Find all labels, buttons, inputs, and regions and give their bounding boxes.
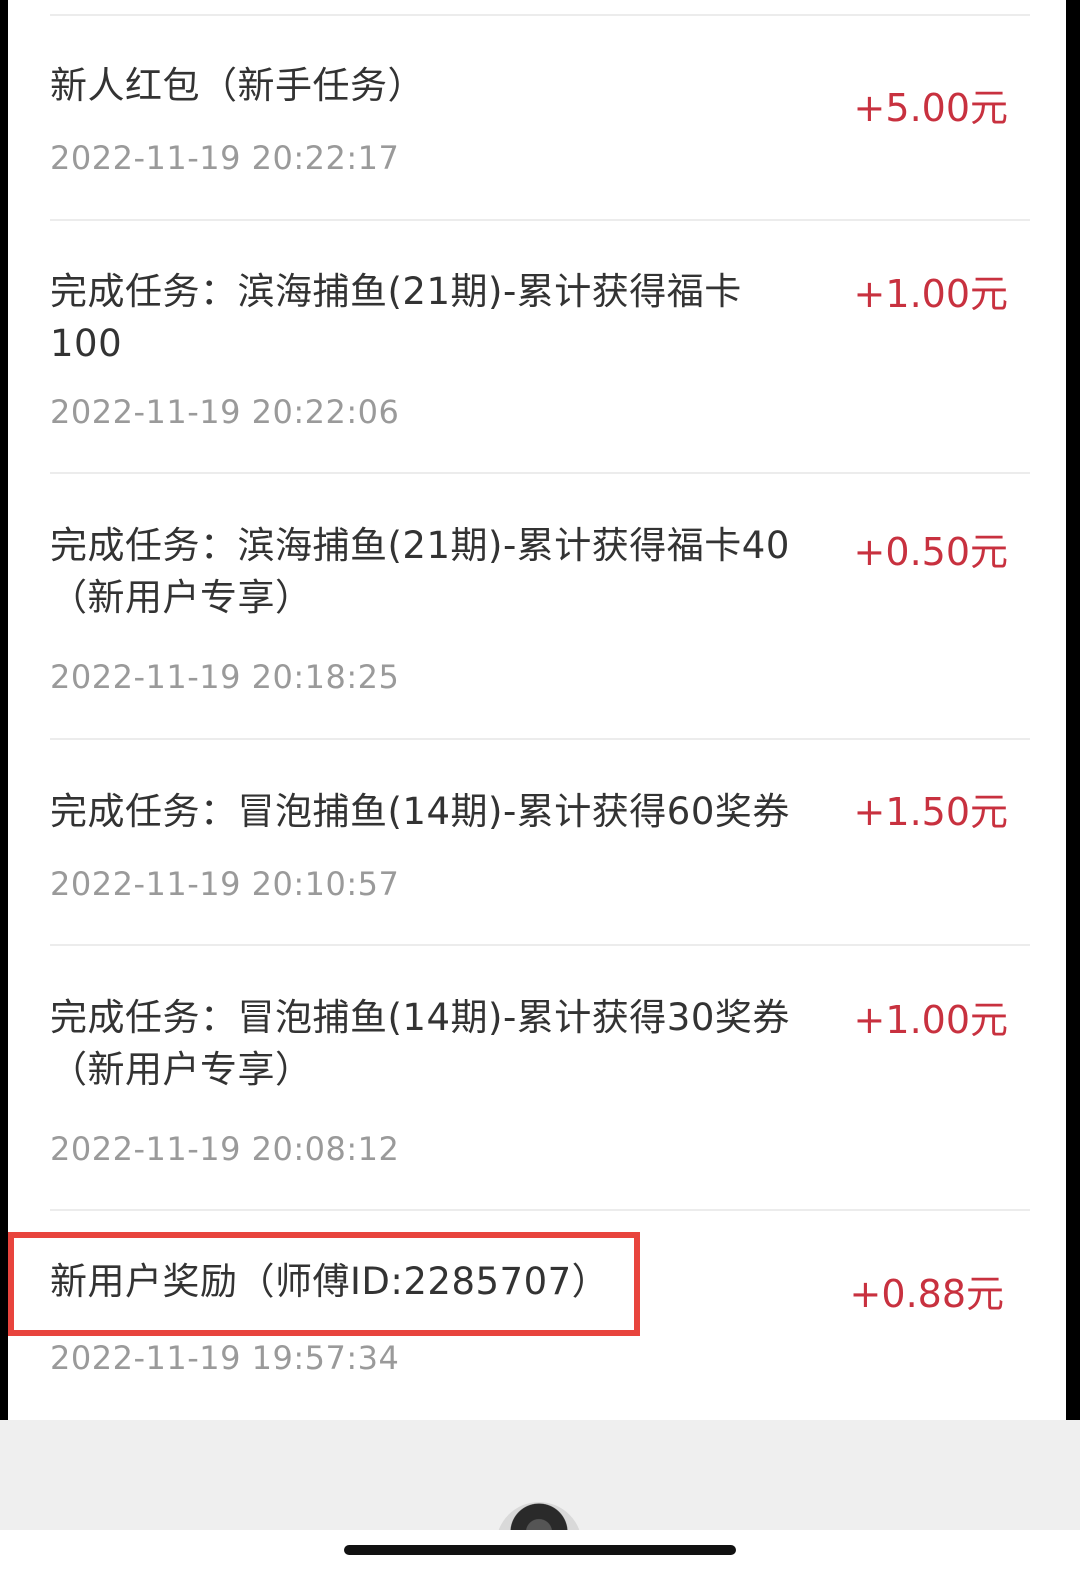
record-time: 2022-11-19 20:08:12 xyxy=(50,1130,400,1168)
row-divider xyxy=(50,944,1030,946)
highlight-annotation-box xyxy=(8,1232,640,1336)
record-amount: +1.50元 xyxy=(853,790,1008,834)
record-title: 完成任务：滨海捕鱼(21期)-累计获得福卡40（新用户专享） xyxy=(50,524,790,619)
row-divider xyxy=(50,472,1030,474)
reward-history-screen: 新人红包（新手任务） +5.00元 2022-11-19 20:22:17 完成… xyxy=(0,0,1080,1579)
record-time: 2022-11-19 20:22:06 xyxy=(50,393,400,431)
record-time: 2022-11-19 20:18:25 xyxy=(50,658,400,696)
record-amount: +5.00元 xyxy=(853,86,1008,130)
record-time: 2022-11-19 19:57:34 xyxy=(50,1339,400,1377)
record-title: 完成任务：冒泡捕鱼(14期)-累计获得30奖券（新用户专享） xyxy=(50,996,790,1091)
record-time: 2022-11-19 20:10:57 xyxy=(50,865,400,903)
screen-edge-right xyxy=(1066,0,1080,1420)
record-amount: +0.88元 xyxy=(849,1272,1004,1316)
record-title: 完成任务：冒泡捕鱼(14期)-累计获得60奖券 xyxy=(50,790,790,833)
row-divider xyxy=(50,219,1030,221)
record-title: 新人红包（新手任务） xyxy=(50,64,425,107)
row-divider xyxy=(50,1209,1030,1211)
home-indicator-bar[interactable] xyxy=(344,1545,736,1555)
screen-edge-left xyxy=(0,0,8,1420)
row-divider xyxy=(50,738,1030,740)
top-divider xyxy=(50,14,1030,16)
record-title: 完成任务：滨海捕鱼(21期)-累计获得福卡100 xyxy=(50,270,742,365)
record-amount: +1.00元 xyxy=(853,998,1008,1042)
record-amount: +1.00元 xyxy=(853,272,1008,316)
record-amount: +0.50元 xyxy=(853,530,1008,574)
record-time: 2022-11-19 20:22:17 xyxy=(50,139,400,177)
